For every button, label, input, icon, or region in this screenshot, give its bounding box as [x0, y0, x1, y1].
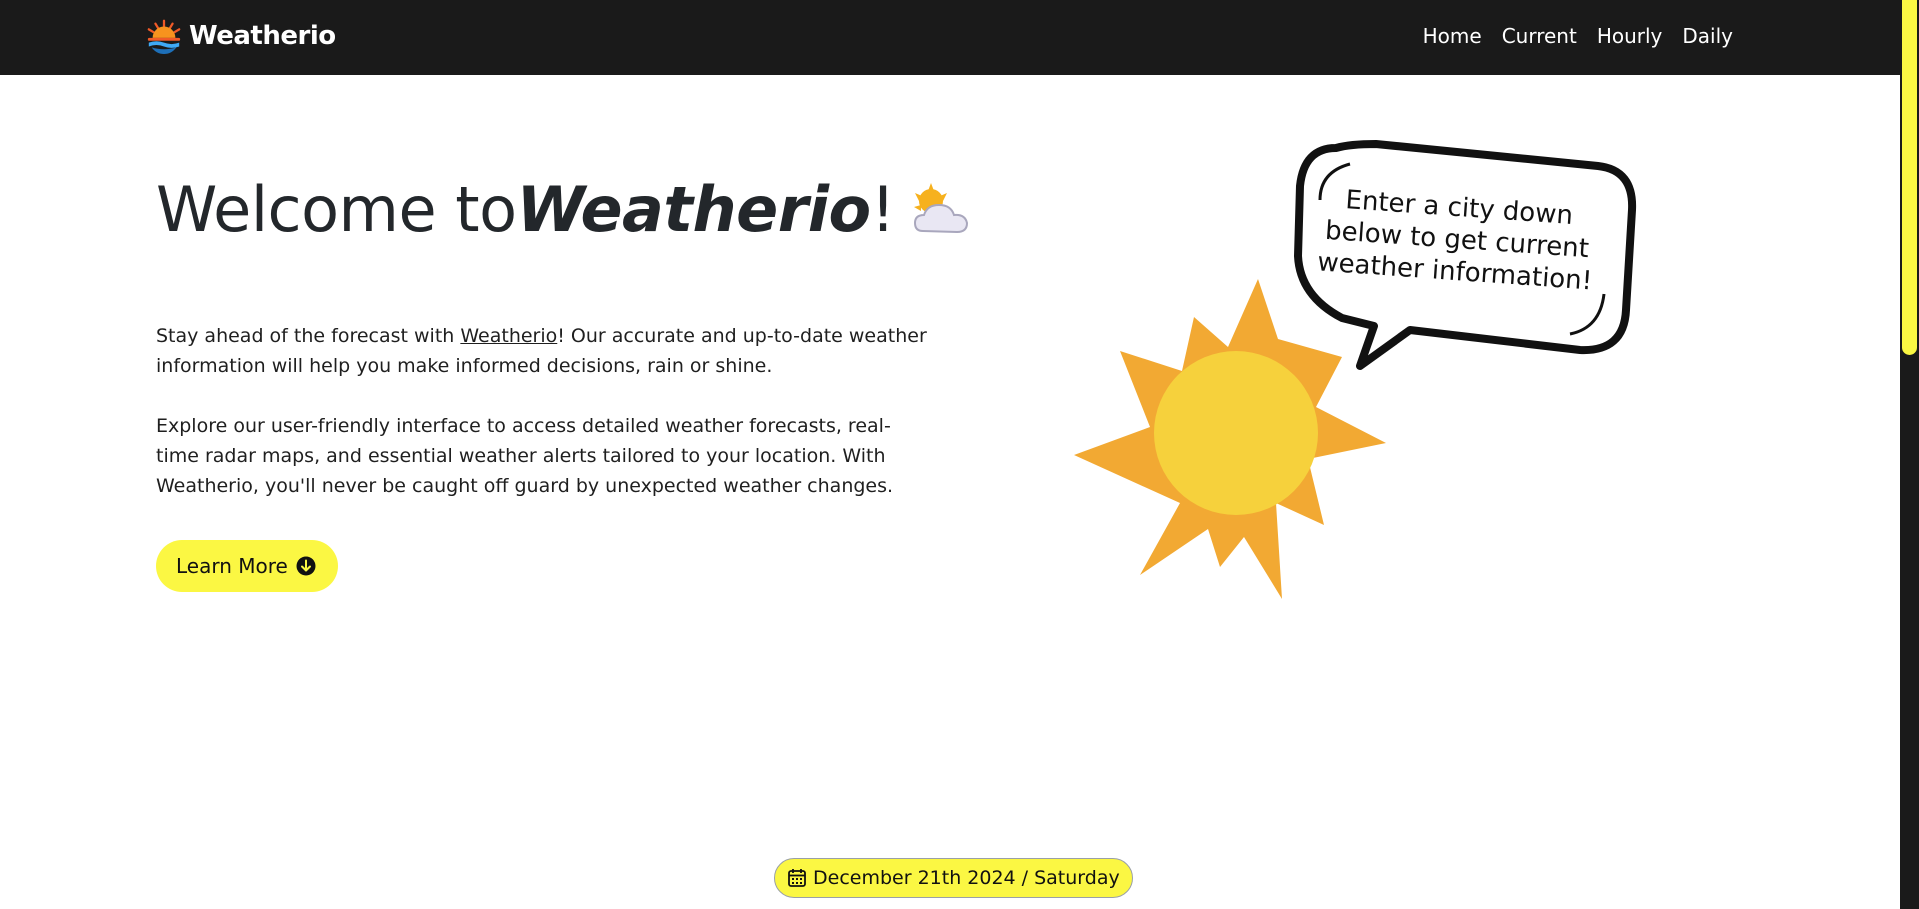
nav-home[interactable]: Home — [1423, 24, 1482, 48]
title-prefix: Welcome to — [156, 173, 517, 246]
explore-paragraph: Explore our user-friendly interface to a… — [156, 415, 894, 497]
top-navbar: Weatherio Home Current Hourly Daily — [0, 0, 1900, 75]
weatherio-link[interactable]: Weatherio — [460, 325, 557, 347]
speech-bubble-text: Enter a city down below to get current w… — [1316, 185, 1594, 297]
arrow-down-circle-icon — [296, 556, 316, 576]
learn-more-label: Learn More — [176, 554, 288, 578]
scrollbar-thumb[interactable] — [1902, 0, 1917, 355]
brand-name: Weatherio — [189, 21, 336, 51]
page-title: Welcome to Weatherio ! — [156, 173, 973, 246]
date-badge: December 21th 2024 / Saturday — [774, 858, 1133, 898]
nav-links: Home Current Hourly Daily — [1423, 24, 1733, 48]
title-brand: Weatherio — [516, 173, 872, 246]
sunset-logo-icon — [147, 19, 181, 55]
learn-more-button[interactable]: Learn More — [156, 540, 338, 592]
nav-current[interactable]: Current — [1502, 24, 1577, 48]
date-text: December 21th 2024 / Saturday — [813, 867, 1120, 889]
nav-daily[interactable]: Daily — [1682, 24, 1733, 48]
intro-paragraph: Stay ahead of the forecast with Weatheri… — [156, 321, 946, 381]
brand[interactable]: Weatherio — [145, 16, 336, 56]
nav-hourly[interactable]: Hourly — [1597, 24, 1663, 48]
sun-behind-cloud-icon — [913, 182, 968, 233]
title-suffix: ! — [870, 173, 896, 246]
calendar-icon — [788, 869, 806, 887]
intro-text-start: Stay ahead of the forecast with — [156, 325, 461, 347]
